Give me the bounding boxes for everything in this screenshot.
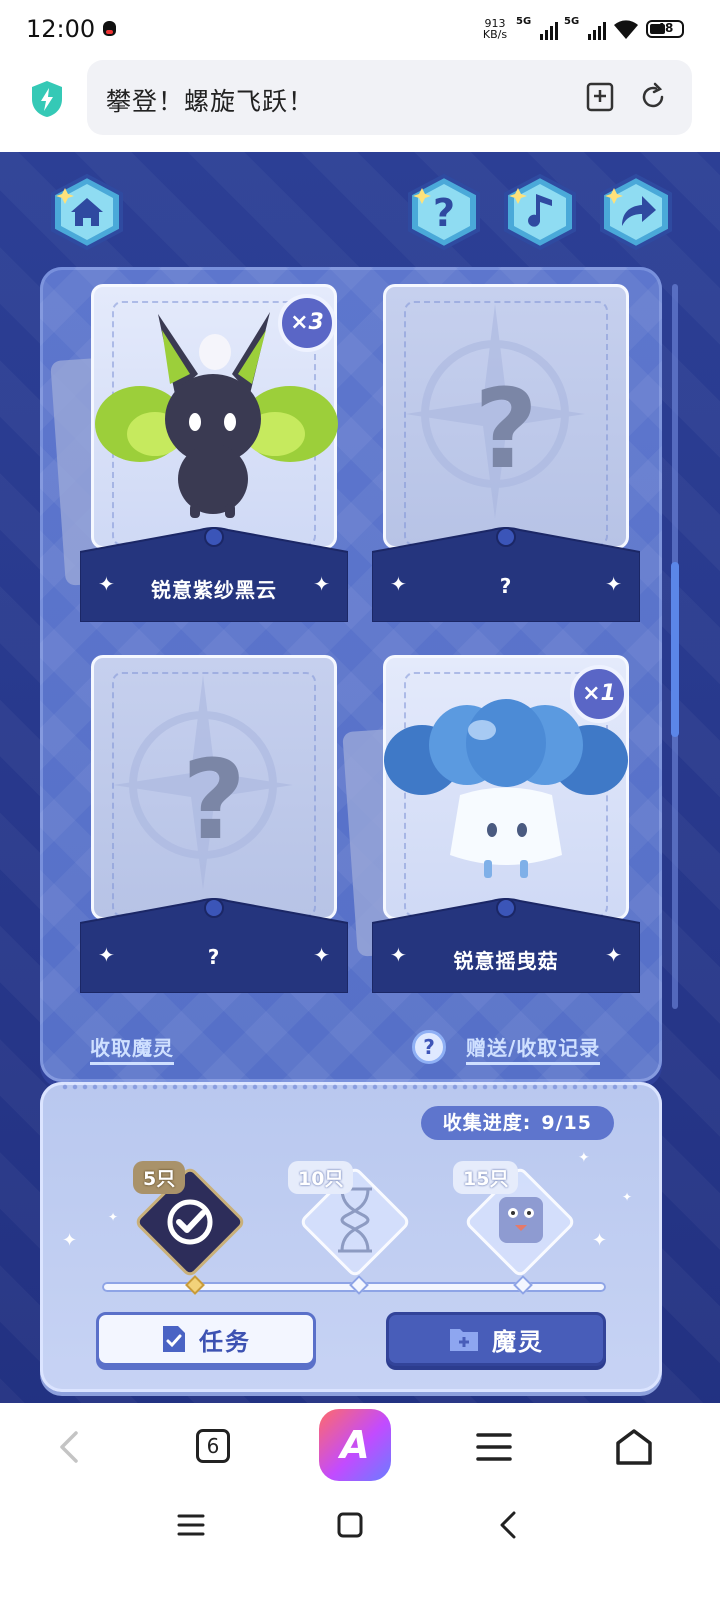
music-icon <box>504 173 576 251</box>
qq-icon <box>103 21 116 36</box>
status-bar: 12:00 913 KB/s 5G 5G 48 <box>0 0 720 58</box>
signal-label: 5G <box>516 16 532 27</box>
signal-icon: 5G <box>564 16 606 42</box>
milestone-label: 15只 <box>453 1161 519 1194</box>
task-doc-icon <box>163 1326 185 1352</box>
progress-badge: 收集进度: 9/15 <box>420 1106 614 1140</box>
name-plate <box>80 895 348 993</box>
browser-bottom-nav: 6 A <box>0 1403 720 1493</box>
browser-toolbar: 攀登！螺旋飞跃！ <box>0 58 720 152</box>
status-indicators: 913 KB/s 5G 5G 48 <box>480 14 684 44</box>
collect-spirits-link[interactable]: 收取魔灵 <box>90 1032 174 1065</box>
signal-label: 5G <box>564 16 580 27</box>
help-button[interactable]: ? <box>404 172 484 252</box>
milestone-reward-5[interactable]: 5只 <box>125 1157 255 1287</box>
milestone-label: 5只 <box>133 1161 186 1194</box>
count-badge: ×3 <box>278 294 336 352</box>
spirit-button-label: 魔灵 <box>492 1327 544 1356</box>
bookmark-add-icon[interactable] <box>586 82 614 112</box>
task-button-label: 任务 <box>199 1327 251 1356</box>
back-icon[interactable] <box>48 1425 92 1469</box>
spirit-button[interactable]: 魔灵 <box>386 1312 606 1366</box>
system-home-icon[interactable] <box>336 1511 364 1539</box>
share-icon <box>600 173 672 251</box>
unknown-mark: ? <box>474 365 538 493</box>
sparkle-icon: ✦ <box>622 1190 633 1204</box>
spirit-card[interactable]: ×1 ✦ 锐意摇曳菇 ✦ <box>342 655 640 995</box>
name-plate <box>372 524 640 622</box>
check-icon <box>167 1199 213 1245</box>
card-name: ? <box>207 945 221 969</box>
collection-progress-panel: 收集进度: 9/15 5只 10只 15只 ✦ ✦ ✦ ✦ ✦ 任务 魔灵 <box>40 1082 662 1392</box>
shield-icon[interactable] <box>30 80 64 118</box>
battery-level: 48 <box>656 21 674 35</box>
progress-label: 收集进度: <box>442 1112 532 1134</box>
sparkle-icon: ✦ <box>313 943 330 967</box>
share-button[interactable] <box>596 172 676 252</box>
sparkle-icon: ✦ <box>313 572 330 596</box>
sparkle-icon: ✦ <box>108 1210 119 1224</box>
signal-icon: 5G <box>516 16 558 42</box>
music-button[interactable] <box>500 172 580 252</box>
progress-track <box>102 1275 606 1295</box>
browser-assistant-button[interactable]: A <box>319 1409 391 1481</box>
net-speed: 913 KB/s <box>480 18 510 40</box>
net-speed-unit: KB/s <box>482 28 508 41</box>
milestone-reward-15[interactable]: 15只 <box>453 1157 585 1287</box>
spirit-card-locked[interactable]: ? ✦ ? ✦ <box>372 284 640 624</box>
home-icon[interactable] <box>612 1425 656 1469</box>
card-name: 锐意摇曳菇 <box>453 949 559 973</box>
card-name: 锐意紫纱黑云 <box>151 578 277 602</box>
reload-icon[interactable] <box>638 82 668 112</box>
card-name: ? <box>499 574 513 598</box>
svg-text:?: ? <box>433 191 455 235</box>
wifi-icon <box>614 20 638 39</box>
gift-box-icon <box>499 1197 543 1243</box>
tabs-button[interactable]: 6 <box>196 1429 230 1463</box>
address-bar[interactable]: 攀登！螺旋飞跃！ <box>87 60 692 135</box>
home-button[interactable] <box>47 172 127 252</box>
spirit-card[interactable]: ×3 ✦ 锐意紫纱黑云 ✦ <box>50 284 348 624</box>
milestone-label: 10只 <box>288 1161 354 1194</box>
unknown-mark: ? <box>182 736 246 864</box>
scrollbar-thumb[interactable] <box>671 562 679 737</box>
spirit-card-locked[interactable]: ? ✦ ? ✦ <box>80 655 348 995</box>
home-icon <box>51 173 123 251</box>
name-plate <box>372 895 640 993</box>
system-nav-bar <box>0 1493 720 1601</box>
battery-icon: 48 <box>646 20 684 38</box>
help-icon: ? <box>408 173 480 251</box>
page-title[interactable]: 攀登！螺旋飞跃！ <box>106 82 314 118</box>
recent-apps-icon[interactable] <box>176 1511 206 1539</box>
system-back-icon[interactable] <box>494 1509 522 1541</box>
gift-records-link[interactable]: 赠送/收取记录 <box>466 1032 601 1065</box>
status-time: 12:00 <box>26 15 96 43</box>
count-badge: ×1 <box>570 665 628 723</box>
sparkle-icon: ✦ <box>62 1230 78 1251</box>
folder-add-icon <box>450 1329 478 1351</box>
assistant-logo: A <box>340 1423 370 1467</box>
help-icon[interactable]: ? <box>412 1030 446 1064</box>
progress-value: 9/15 <box>541 1112 592 1134</box>
hourglass-icon <box>338 1187 372 1253</box>
task-button[interactable]: 任务 <box>96 1312 316 1366</box>
name-plate <box>80 524 348 622</box>
sparkle-icon: ✦ <box>605 572 622 596</box>
milestone-reward-10[interactable]: 10只 <box>288 1157 420 1287</box>
sparkle-icon: ✦ <box>592 1230 608 1251</box>
menu-icon[interactable] <box>472 1425 516 1469</box>
sparkle-icon: ✦ <box>578 1150 590 1166</box>
sparkle-icon: ✦ <box>605 943 622 967</box>
game-canvas: ? ×3 ✦ 锐意紫纱黑云 ✦ ? ✦ ? ✦ ? ✦ ? ✦ ×1 ✦ 锐意摇… <box>0 152 720 1435</box>
